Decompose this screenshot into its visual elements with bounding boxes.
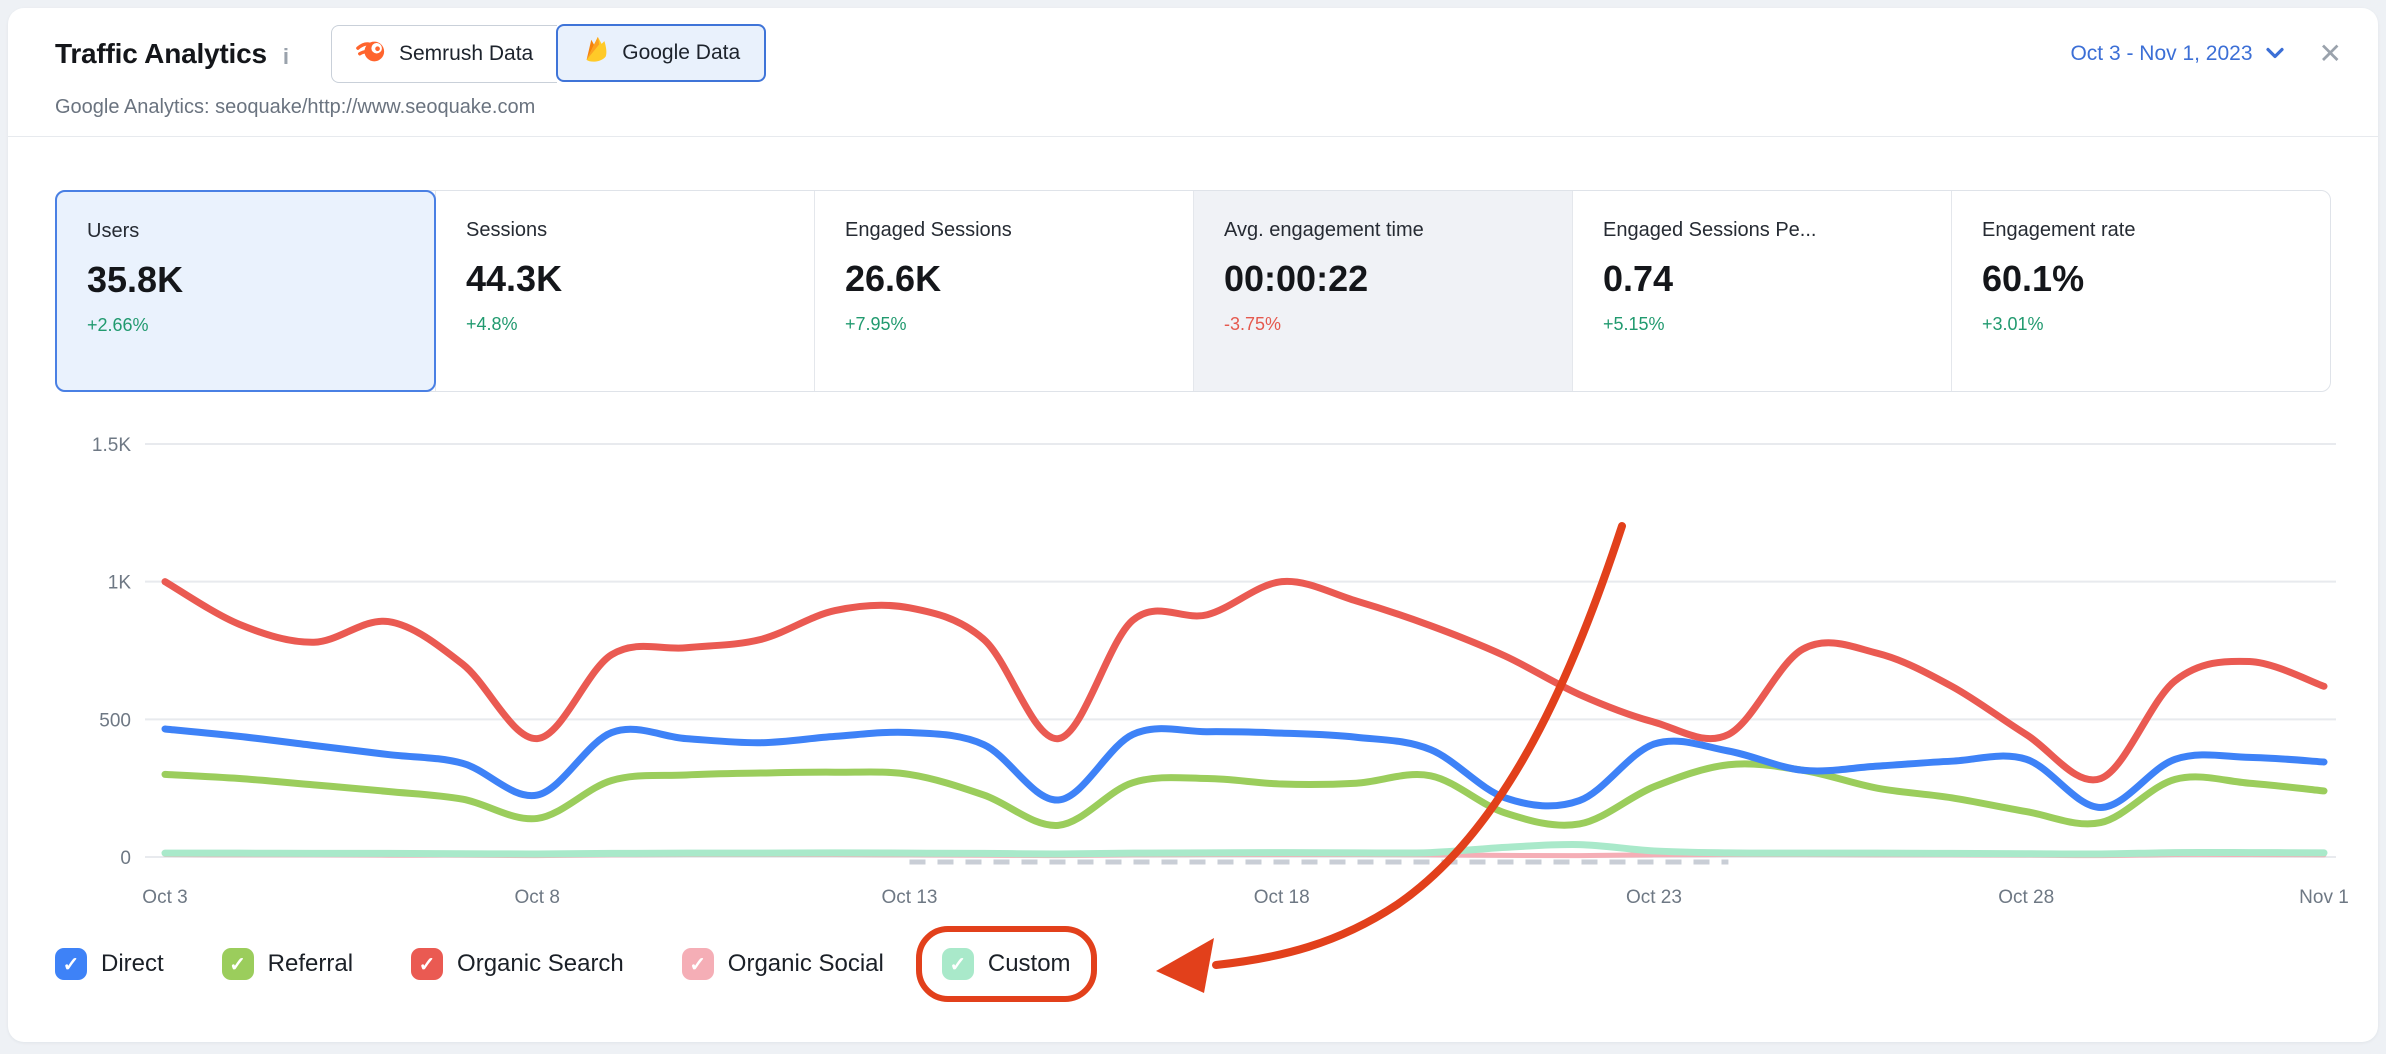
- metric-value: 26.6K: [845, 258, 1163, 300]
- legend-label: Referral: [268, 950, 353, 978]
- legend-label: Organic Search: [457, 950, 624, 978]
- x-axis-label: Nov 1: [2299, 887, 2349, 908]
- metric-delta: +2.66%: [87, 315, 404, 336]
- legend-checkbox-icon[interactable]: ✓: [55, 948, 87, 980]
- panel-header: Traffic Analytics i Semrush Data: [55, 22, 2342, 86]
- metric-card[interactable]: Sessions 44.3K +4.8%: [435, 191, 814, 391]
- legend-label: Direct: [101, 950, 164, 978]
- x-axis-label: Oct 13: [881, 887, 937, 908]
- metric-value: 44.3K: [466, 258, 784, 300]
- metric-card[interactable]: Engagement rate 60.1% +3.01%: [1951, 191, 2330, 391]
- series-direct: [165, 729, 2324, 808]
- page-title: Traffic Analytics: [55, 38, 267, 70]
- metric-card[interactable]: Users 35.8K +2.66%: [55, 190, 436, 392]
- header-divider: [8, 136, 2378, 137]
- legend-checkbox-icon[interactable]: ✓: [942, 948, 974, 980]
- metric-delta: +3.01%: [1982, 314, 2300, 335]
- metric-value: 00:00:22: [1224, 258, 1542, 300]
- legend-checkbox-icon[interactable]: ✓: [222, 948, 254, 980]
- close-icon[interactable]: ✕: [2319, 40, 2342, 68]
- semrush-data-label: Semrush Data: [399, 42, 533, 66]
- metric-card[interactable]: Engaged Sessions 26.6K +7.95%: [814, 191, 1193, 391]
- x-axis-label: Oct 28: [1998, 887, 2054, 908]
- semrush-data-button[interactable]: Semrush Data: [331, 25, 557, 83]
- x-axis-label: Oct 18: [1254, 887, 1310, 908]
- info-icon[interactable]: i: [283, 44, 289, 70]
- y-axis-label: 1.5K: [92, 435, 131, 456]
- legend-label: Organic Social: [728, 950, 884, 978]
- metric-value: 35.8K: [87, 259, 404, 301]
- series-custom: [165, 845, 2324, 855]
- report-source-subtitle: Google Analytics: seoquake/http://www.se…: [55, 96, 535, 119]
- date-range-label: Oct 3 - Nov 1, 2023: [2070, 42, 2252, 66]
- metric-card[interactable]: Avg. engagement time 00:00:22 -3.75%: [1193, 191, 1572, 391]
- legend-item[interactable]: ✓ Referral: [196, 926, 379, 1002]
- metric-cards-row: Users 35.8K +2.66% Sessions 44.3K +4.8% …: [55, 190, 2331, 392]
- x-axis-label: Oct 3: [142, 887, 187, 908]
- legend-item[interactable]: ✓ Organic Search: [385, 926, 650, 1002]
- google-data-label: Google Data: [622, 41, 740, 65]
- metric-label: Users: [87, 220, 404, 243]
- metric-label: Engaged Sessions: [845, 219, 1163, 242]
- metric-delta: +5.15%: [1603, 314, 1921, 335]
- y-axis-label: 0: [120, 848, 131, 869]
- metric-delta: +4.8%: [466, 314, 784, 335]
- metric-delta: -3.75%: [1224, 314, 1542, 335]
- traffic-analytics-panel: Traffic Analytics i Semrush Data: [8, 8, 2378, 1042]
- legend-checkbox-icon[interactable]: ✓: [411, 948, 443, 980]
- google-analytics-flame-icon: [582, 35, 609, 71]
- y-axis-label: 500: [99, 710, 131, 731]
- legend-item[interactable]: ✓ Organic Social: [656, 926, 910, 1002]
- google-data-button[interactable]: Google Data: [556, 24, 766, 82]
- series-organic-search: [165, 581, 2324, 779]
- chart-legend: ✓ Direct ✓ Referral ✓ Organic Search ✓ O…: [29, 926, 1097, 1002]
- metric-label: Sessions: [466, 219, 784, 242]
- metric-value: 0.74: [1603, 258, 1921, 300]
- traffic-trend-chart[interactable]: 0 500 1K 1.5K Oct 3 Oct 8 Oct 13 Oct 18 Oct 23 Oc…: [8, 420, 2378, 920]
- metric-card[interactable]: Engaged Sessions Pe... 0.74 +5.15%: [1572, 191, 1951, 391]
- legend-checkbox-icon[interactable]: ✓: [682, 948, 714, 980]
- x-axis-label: Oct 23: [1626, 887, 1682, 908]
- metric-label: Engagement rate: [1982, 219, 2300, 242]
- metric-label: Avg. engagement time: [1224, 219, 1542, 242]
- semrush-icon: [356, 36, 386, 72]
- metric-label: Engaged Sessions Pe...: [1603, 219, 1921, 242]
- date-range-picker[interactable]: Oct 3 - Nov 1, 2023: [2070, 42, 2284, 66]
- legend-item[interactable]: ✓ Direct: [29, 926, 190, 1002]
- chevron-down-icon: [2265, 42, 2285, 66]
- x-axis-label: Oct 8: [515, 887, 560, 908]
- legend-label: Custom: [988, 950, 1071, 978]
- data-source-toggle: Semrush Data Google Data: [331, 25, 765, 83]
- metric-delta: +7.95%: [845, 314, 1163, 335]
- metric-value: 60.1%: [1982, 258, 2300, 300]
- legend-item[interactable]: ✓ Custom: [916, 926, 1097, 1002]
- y-axis-label: 1K: [108, 573, 132, 594]
